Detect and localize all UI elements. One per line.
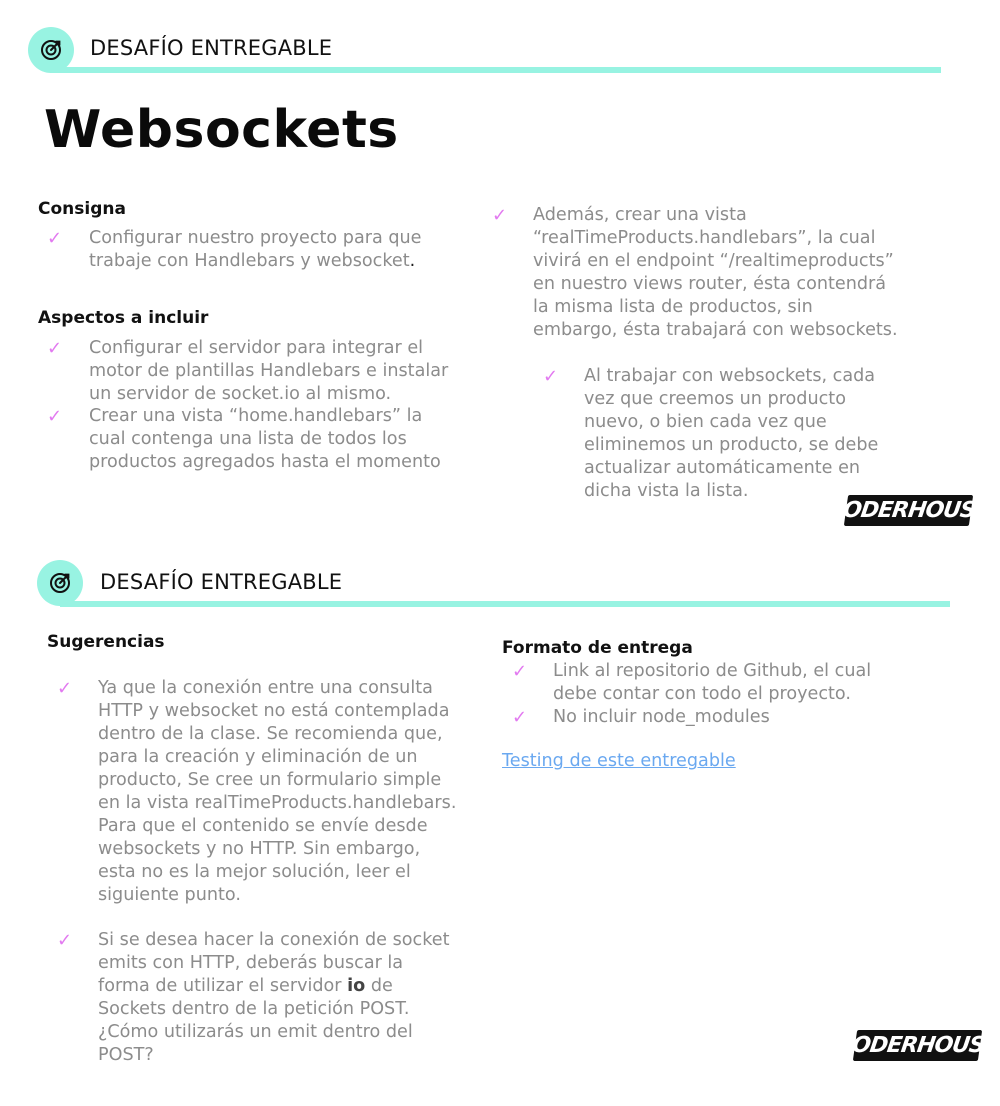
checkmark-icon: ✓ <box>57 678 73 699</box>
consigna-label: Consigna <box>38 199 126 219</box>
checkmark-icon: ✓ <box>512 707 528 728</box>
sugerencias-item: Si se desea hacer la conexión de socket … <box>98 930 450 1065</box>
coderhouse-logo: CODERHOUSE <box>826 495 991 526</box>
checkmark-icon: ✓ <box>57 930 73 951</box>
aspectos-label: Aspectos a incluir <box>38 308 209 328</box>
right-item: Además, crear una vista “realTimeProduct… <box>533 205 898 340</box>
testing-link[interactable]: Testing de este entregable <box>502 751 736 771</box>
checkmark-icon: ✓ <box>492 205 508 226</box>
header-title: DESAFÍO ENTREGABLE <box>90 36 333 60</box>
consigna-item: Configurar nuestro proyecto para que tra… <box>89 228 422 271</box>
aspectos-item: Crear una vista “home.handlebars” la cua… <box>89 406 441 472</box>
checkmark-icon: ✓ <box>47 338 63 359</box>
target-icon <box>41 40 61 60</box>
checkmark-icon: ✓ <box>47 228 63 249</box>
header-title: DESAFÍO ENTREGABLE <box>100 570 343 594</box>
right-subitem: Al trabajar con websockets, cada vez que… <box>584 366 879 501</box>
formato-label: Formato de entrega <box>502 638 693 658</box>
checkmark-icon: ✓ <box>543 366 559 387</box>
header-badge <box>28 27 74 73</box>
aspectos-item: Configurar el servidor para integrar el … <box>89 338 449 404</box>
coderhouse-logo: CODERHOUSE <box>835 1030 1000 1061</box>
checkmark-icon: ✓ <box>512 661 528 682</box>
checkmark-icon: ✓ <box>47 406 63 427</box>
sugerencias-item: Ya que la conexión entre una consulta HT… <box>98 678 457 905</box>
target-icon <box>50 573 70 593</box>
slide-2: DESAFÍO ENTREGABLE Sugerencias ✓ Ya que … <box>0 540 1000 1106</box>
page-title: Websockets <box>44 100 399 160</box>
formato-item: Link al repositorio de Github, el cual d… <box>553 661 872 704</box>
header-rule <box>60 601 950 607</box>
formato-item: No incluir node_modules <box>553 707 770 727</box>
header-rule <box>50 67 941 73</box>
sugerencias-label: Sugerencias <box>47 632 165 652</box>
header-badge <box>37 560 83 606</box>
slide-1: DESAFÍO ENTREGABLE Websockets Consigna ✓… <box>0 0 1000 540</box>
